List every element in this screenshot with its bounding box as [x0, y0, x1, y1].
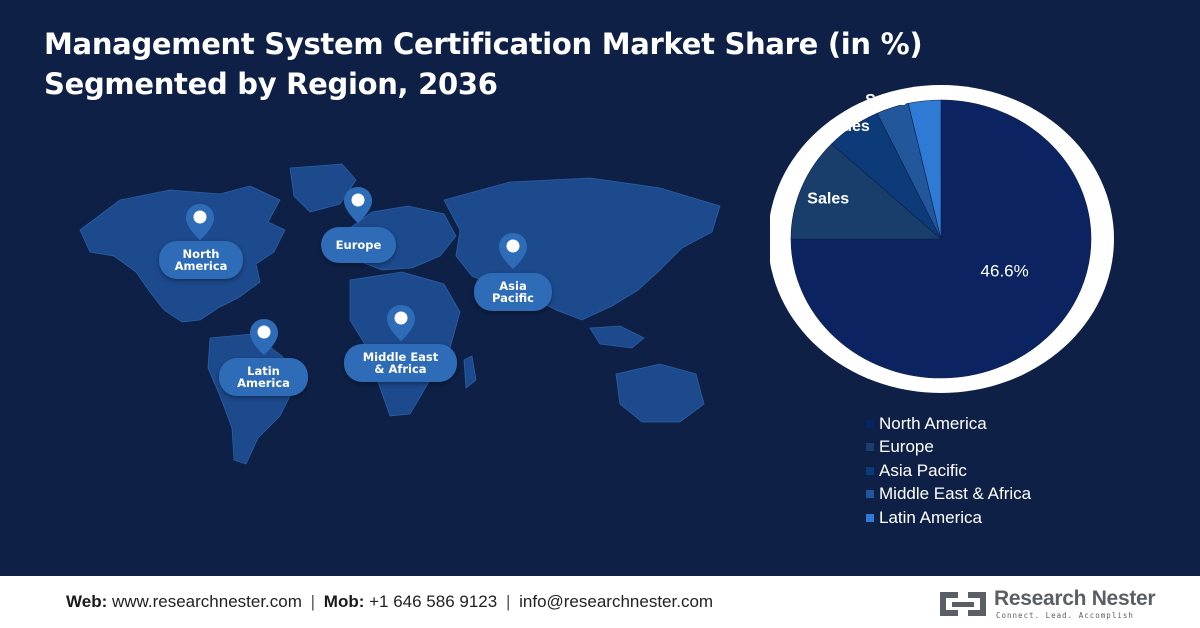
footer-separator: |	[310, 592, 316, 611]
legend-swatch	[866, 490, 874, 499]
north-america-pin-icon	[186, 204, 214, 240]
email-link[interactable]: info@researchnester.com	[519, 592, 713, 611]
legend-item: Europe	[866, 436, 1031, 460]
pie-data-label: Sales	[828, 118, 870, 135]
map-southeast-asia	[589, 325, 645, 349]
middle-east-africa-map-label: Middle East & Africa	[344, 344, 457, 382]
pie-data-label: Sales	[807, 190, 849, 207]
phone-number[interactable]: +1 646 586 9123	[369, 592, 497, 611]
north-america-map-label: North America	[159, 241, 243, 279]
map-madagascar	[463, 355, 477, 389]
europe-map-label: Europe	[321, 227, 396, 263]
footer-bar: Web: www.researchnester.com | Mob: +1 64…	[0, 576, 1200, 628]
legend-item: Asia Pacific	[866, 459, 1031, 483]
latin-america-pin-icon	[250, 319, 278, 355]
pie-slices	[790, 99, 1092, 379]
web-link[interactable]: www.researchnester.com	[112, 592, 302, 611]
pie-chart-container: 46.6% Sales Sales Sales	[768, 77, 1140, 407]
pie-chart: 46.6% Sales Sales Sales	[768, 85, 1114, 393]
logo-tagline: Connect. Lead. Accomplish	[996, 611, 1134, 620]
asia-pacific-pin-icon	[499, 233, 527, 269]
pie-data-label: 46.6%	[981, 261, 1029, 280]
chart-legend: North America Europe Asia Pacific Middle Ea…	[866, 412, 1031, 530]
latin-america-map-label: Latin America	[219, 358, 308, 396]
pie-data-label: Sales	[865, 92, 907, 109]
europe-pin-icon	[344, 187, 372, 223]
legend-item: Middle East & Africa	[866, 483, 1031, 507]
legend-swatch	[866, 443, 874, 452]
logo-mark-icon	[940, 592, 986, 616]
legend-label: Middle East & Africa	[879, 484, 1032, 504]
logo-name: Research Nester	[994, 587, 1156, 610]
legend-swatch	[866, 466, 874, 475]
footer-separator: |	[505, 592, 511, 611]
asia-pacific-map-label: Asia Pacific	[474, 273, 552, 311]
legend-swatch	[866, 419, 874, 428]
legend-swatch	[866, 513, 874, 522]
infographic-canvas: Management System Certification Market S…	[0, 0, 1200, 576]
legend-label: Asia Pacific	[879, 460, 967, 480]
legend-item: Latin America	[866, 506, 1031, 530]
legend-label: Latin America	[879, 507, 982, 527]
middle-east-africa-pin-icon	[387, 305, 415, 341]
legend-label: North America	[879, 413, 987, 433]
legend-item: North America	[866, 412, 1031, 436]
web-label: Web:	[66, 592, 108, 611]
legend-label: Europe	[879, 437, 934, 457]
research-nester-logo: Research Nester Connect. Lead. Accomplis…	[936, 586, 1156, 622]
footer-contact: Web: www.researchnester.com | Mob: +1 64…	[66, 592, 713, 612]
chart-title-line-1: Management System Certification Market S…	[44, 27, 923, 61]
mob-label: Mob:	[323, 592, 365, 611]
map-australia	[615, 363, 705, 423]
